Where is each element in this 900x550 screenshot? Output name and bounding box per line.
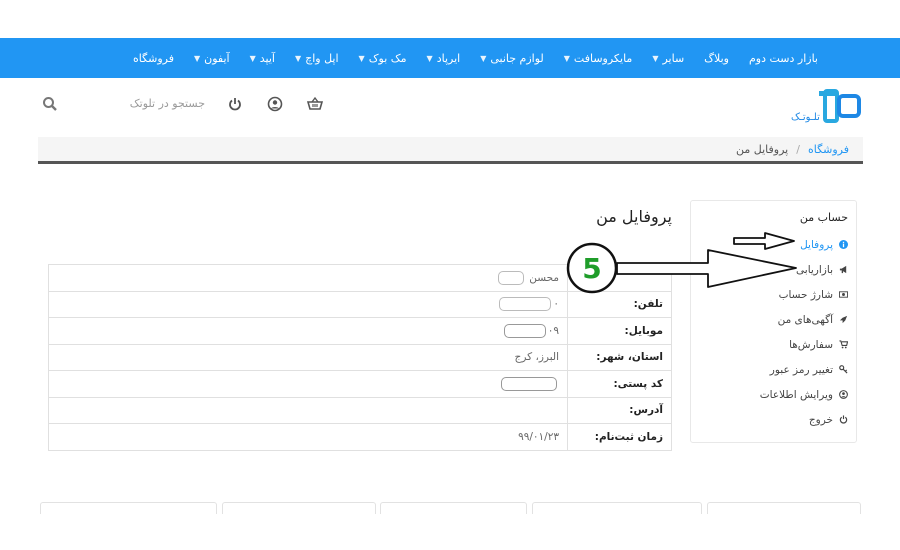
site-logo[interactable]: تلـوتـک xyxy=(783,88,863,128)
top-navigation-bar: فروشگاه آیفون ▼ آیپد ▼ اپل واچ ▼ مک بوک ▼ ای… xyxy=(0,38,900,78)
table-row: موبایل: ۰۹ xyxy=(48,317,672,345)
chevron-down-icon: ▼ xyxy=(563,53,570,63)
nav-item-iphone[interactable]: آیفون ▼ xyxy=(194,52,230,65)
sidebar-item-label: پروفایل xyxy=(800,238,833,251)
sidebar-item-label: سفارش‌ها xyxy=(789,338,833,351)
nav-item-apple-watch[interactable]: اپل واچ ▼ xyxy=(295,52,339,65)
chevron-down-icon: ▼ xyxy=(480,53,487,63)
power-icon[interactable] xyxy=(227,96,245,114)
nav-item-other[interactable]: سایر ▼ xyxy=(652,52,684,65)
nav-item-accessories[interactable]: لوازم جانبی ▼ xyxy=(480,52,544,65)
money-icon xyxy=(839,291,848,298)
user-circle-icon xyxy=(839,390,848,399)
footer-card xyxy=(40,502,217,514)
row-label: آدرس: xyxy=(567,396,672,424)
footer-card xyxy=(380,502,527,514)
row-value xyxy=(48,370,568,398)
row-label: زمان ثبت‌نام: xyxy=(567,423,672,451)
main-menu: فروشگاه آیفون ▼ آیپد ▼ اپل واچ ▼ مک بوک ▼ ای… xyxy=(133,38,818,78)
nav-item-second-hand-market[interactable]: بازار دست دوم xyxy=(749,52,818,65)
address-value xyxy=(48,396,568,424)
rocket-icon xyxy=(839,315,848,324)
first-name-value: محسن xyxy=(529,271,559,284)
sidebar-item-label: شارژ حساب xyxy=(778,288,833,301)
search-icon[interactable] xyxy=(42,96,60,114)
nav-item-ipad[interactable]: آیپد ▼ xyxy=(250,52,275,65)
row-label: تلفن: xyxy=(567,290,672,318)
sidebar-item-orders[interactable]: سفارش‌ها xyxy=(691,332,848,357)
breadcrumb: فروشگاه / پروفایل من xyxy=(38,137,863,164)
table-row: کد پستی: xyxy=(48,370,672,398)
sidebar-item-marketing[interactable]: بازاریابی xyxy=(691,257,848,282)
breadcrumb-current: پروفایل من xyxy=(736,142,789,156)
sidebar-item-logout[interactable]: خروج xyxy=(691,407,848,432)
chevron-down-icon: ▼ xyxy=(249,53,256,63)
sidebar-item-label: آگهی‌های من xyxy=(777,313,833,326)
table-row: آدرس: xyxy=(48,396,672,424)
row-label: کد پستی: xyxy=(567,370,672,398)
redacted-mask xyxy=(503,323,546,338)
chevron-down-icon: ▼ xyxy=(193,53,201,63)
sidebar-item-change-password[interactable]: تغییر رمز عبور xyxy=(691,357,848,382)
chevron-down-icon: ▼ xyxy=(426,53,433,63)
user-icon[interactable] xyxy=(267,96,285,114)
breadcrumb-separator: / xyxy=(796,142,800,156)
sidebar-item-label: تغییر رمز عبور xyxy=(769,363,833,376)
sidebar-item-label: ویرایش اطلاعات xyxy=(759,388,833,401)
chevron-down-icon: ▼ xyxy=(652,53,659,63)
basket-icon[interactable] xyxy=(306,96,325,114)
row-value: ۰ xyxy=(48,290,568,318)
step-number: 5 xyxy=(582,252,602,285)
sidebar-item-label: بازاریابی xyxy=(796,263,833,276)
registration-date-value: ۹۹/۰۱/۲۳ xyxy=(48,423,568,451)
table-row: استان، شهر: البرز، کرج xyxy=(48,343,672,371)
row-label: موبایل: xyxy=(567,317,672,345)
phone-value: ۰ xyxy=(553,298,559,311)
nav-item-shop[interactable]: فروشگاه xyxy=(133,52,174,65)
sidebar-item-label: خروج xyxy=(808,413,833,426)
info-icon xyxy=(839,240,848,249)
sidebar-title: حساب من xyxy=(799,211,848,224)
bottom-cards-row xyxy=(40,502,861,514)
profile-table: محسن تلفن: ۰ موبایل: ۰۹ استان، شهر: البر… xyxy=(48,264,672,451)
megaphone-icon xyxy=(839,265,847,274)
nav-item-airpods[interactable]: ایرپاد ▼ xyxy=(427,52,461,65)
account-sidebar: حساب من پروفایل بازاریابی شارژ حساب آگهی… xyxy=(690,200,857,443)
footer-card xyxy=(532,502,702,514)
row-value: ۰۹ xyxy=(48,317,568,345)
province-city-value: البرز، کرج xyxy=(48,343,568,371)
breadcrumb-home-link[interactable]: فروشگاه xyxy=(808,143,849,156)
nav-item-microsoft[interactable]: مایکروسافت ▼ xyxy=(564,52,633,65)
sidebar-item-profile[interactable]: پروفایل xyxy=(691,232,848,257)
power-icon xyxy=(839,415,848,424)
footer-card xyxy=(222,502,376,514)
page-title: پروفایل من xyxy=(596,207,672,226)
row-label: استان، شهر: xyxy=(567,343,672,371)
sidebar-item-my-ads[interactable]: آگهی‌های من xyxy=(691,307,848,332)
chevron-down-icon: ▼ xyxy=(294,53,302,63)
redacted-mask xyxy=(501,376,557,391)
nav-item-macbook[interactable]: مک بوک ▼ xyxy=(359,52,407,65)
nav-item-blog[interactable]: وبلاگ xyxy=(704,52,729,65)
search-input[interactable]: جستجو در تلوتک xyxy=(115,97,205,110)
sidebar-item-charge-account[interactable]: شارژ حساب xyxy=(691,282,848,307)
table-row: زمان ثبت‌نام: ۹۹/۰۱/۲۳ xyxy=(48,423,672,451)
redacted-mask xyxy=(499,297,552,312)
key-icon xyxy=(839,365,848,374)
redacted-mask xyxy=(497,270,524,285)
mobile-value: ۰۹ xyxy=(547,324,559,337)
logo-text: تلـوتـک xyxy=(791,112,820,123)
cart-icon xyxy=(839,340,848,349)
sidebar-item-edit-info[interactable]: ویرایش اطلاعات xyxy=(691,382,848,407)
row-value: محسن xyxy=(48,264,568,292)
chevron-down-icon: ▼ xyxy=(358,53,365,63)
table-row: تلفن: ۰ xyxy=(48,290,672,318)
footer-card xyxy=(707,502,861,514)
